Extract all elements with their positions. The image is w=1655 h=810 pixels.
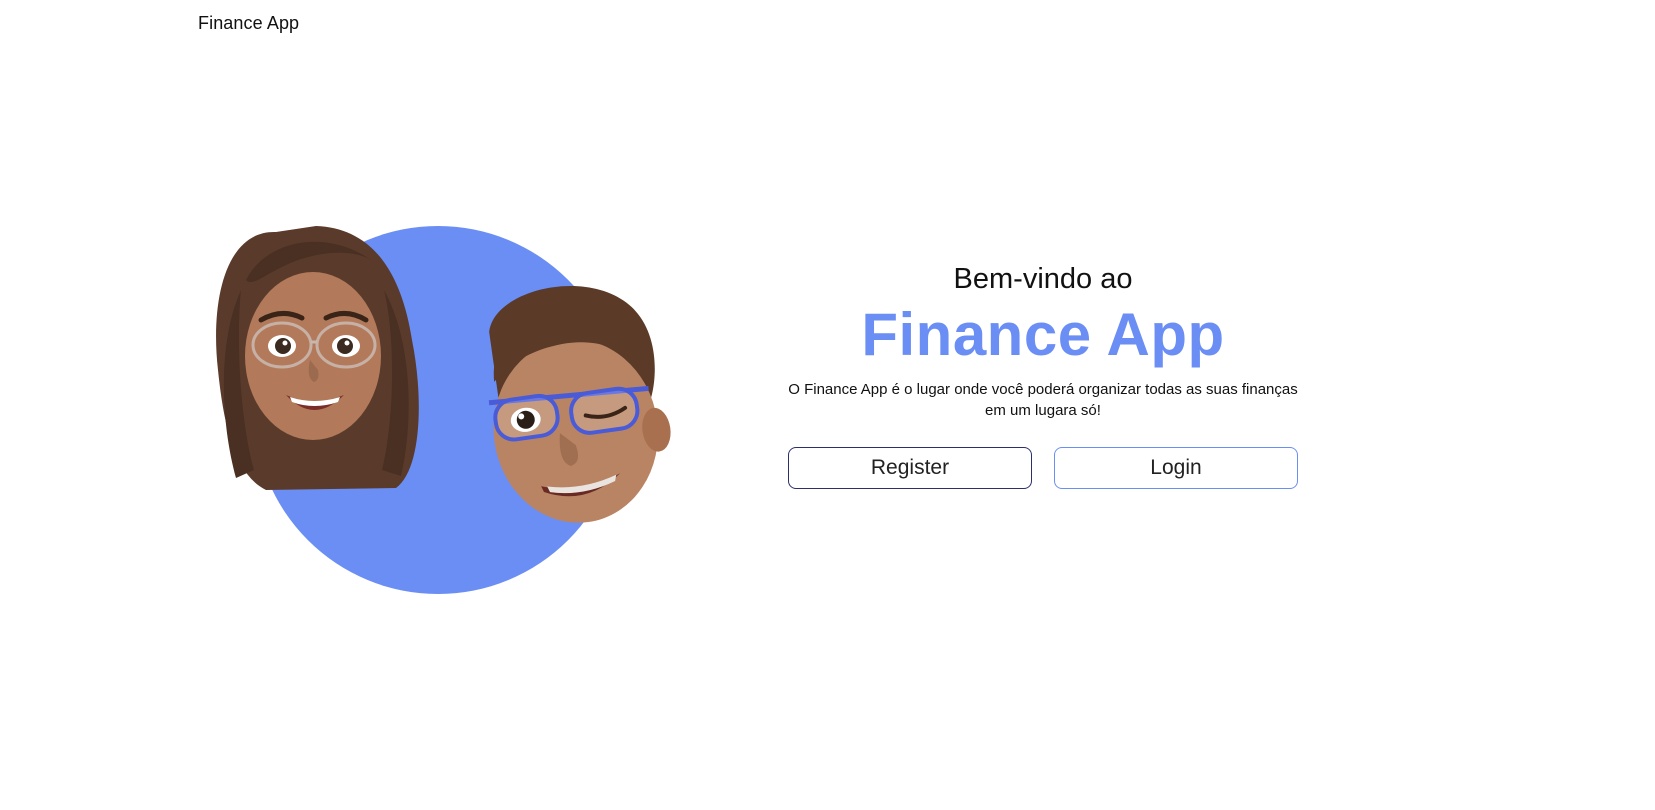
welcome-section: Bem-vindo ao Finance App O Finance App é… (783, 262, 1303, 489)
brand-logo-text[interactable]: Finance App (198, 13, 299, 34)
landing-page: Finance App Bem-vindo ao Finance App O F… (0, 0, 1655, 810)
welcome-title: Finance App (861, 300, 1225, 368)
auth-actions: Register Login (783, 446, 1303, 489)
memoji-couple-illustration (206, 220, 676, 600)
welcome-kicker: Bem-vindo ao (953, 263, 1133, 295)
login-button[interactable]: Login (1054, 446, 1298, 489)
register-button[interactable]: Register (788, 446, 1032, 489)
welcome-description: O Finance App é o lugar onde você poderá… (788, 380, 1298, 419)
